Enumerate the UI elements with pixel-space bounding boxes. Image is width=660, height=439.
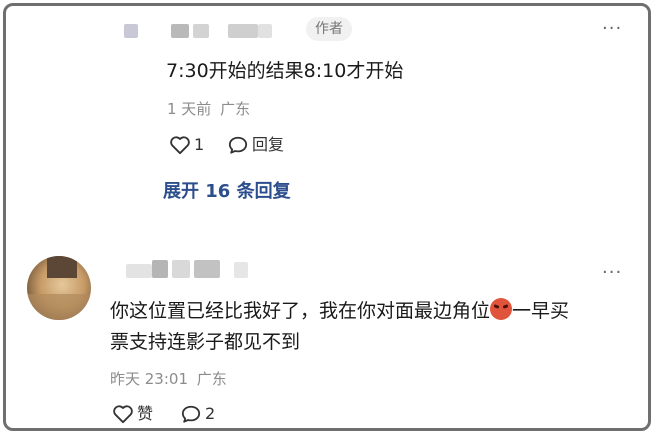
comment-meta-bottom: 昨天 23:01 广东 xyxy=(110,369,227,389)
comment-time-bottom: 昨天 23:01 xyxy=(110,370,188,388)
reply-count: 2 xyxy=(205,404,216,423)
like-label: 赞 xyxy=(137,404,154,423)
more-options-icon-bottom[interactable]: ··· xyxy=(602,264,622,282)
like-button-bottom[interactable]: 赞 xyxy=(112,404,153,424)
devil-emoji-icon xyxy=(490,298,513,320)
username-blurred-bottom[interactable] xyxy=(116,256,266,284)
username-blurred-top[interactable] xyxy=(116,20,276,42)
reply-label: 回复 xyxy=(252,135,285,154)
comment-card: 作者 ··· 7:30开始的结果8:10才开始 1 天前 广东 1 回复 展开 … xyxy=(3,3,651,431)
expand-replies-link[interactable]: 展开 16 条回复 xyxy=(163,180,291,204)
like-count: 1 xyxy=(194,135,205,154)
like-button[interactable]: 1 xyxy=(169,135,204,155)
comment-time: 1 天前 xyxy=(167,100,212,118)
comment-text-part1: 你这位置已经比我好了，我在你对面最边角位 xyxy=(110,300,491,322)
comment-location: 广东 xyxy=(220,100,251,118)
speech-bubble-icon xyxy=(181,405,201,423)
comment-text-line2: 票支持连影子都见不到 xyxy=(110,331,301,353)
heart-outline-icon xyxy=(113,405,133,424)
reply-button-bottom[interactable]: 2 xyxy=(180,404,215,424)
comment-text-part2: 一早买 xyxy=(512,300,570,322)
comment-text: 7:30开始的结果8:10才开始 xyxy=(166,60,404,82)
heart-outline-icon xyxy=(170,136,190,155)
reply-button[interactable]: 回复 xyxy=(227,135,284,155)
author-badge: 作者 xyxy=(306,17,352,41)
comment-meta: 1 天前 广东 xyxy=(167,99,250,119)
avatar[interactable] xyxy=(27,256,91,320)
speech-bubble-icon xyxy=(228,136,248,154)
comment-location-bottom: 广东 xyxy=(196,370,227,388)
comment-text-line1: 你这位置已经比我好了，我在你对面最边角位 一早买 xyxy=(110,296,569,326)
more-options-icon[interactable]: ··· xyxy=(602,20,622,38)
